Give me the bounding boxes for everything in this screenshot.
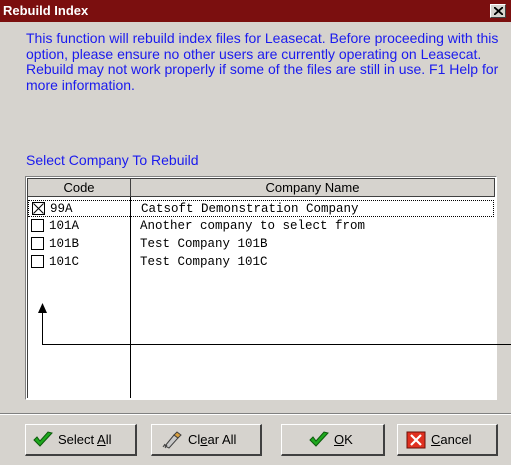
clear-all-label: Clear All — [188, 432, 237, 447]
title-bar: Rebuild Index — [0, 0, 511, 22]
description-text: This function will rebuild index files f… — [26, 30, 499, 93]
annotation-line — [42, 344, 511, 345]
row-checkbox[interactable] — [31, 255, 44, 268]
select-all-button[interactable]: Select All — [25, 424, 137, 456]
window-title: Rebuild Index — [3, 3, 89, 18]
column-header-code[interactable]: Code — [28, 179, 131, 197]
annotation-line — [42, 312, 43, 344]
close-button[interactable] — [490, 4, 506, 18]
green-check-icon — [33, 431, 53, 447]
select-company-label: Select Company To Rebuild — [26, 152, 199, 168]
red-x-icon — [406, 431, 426, 449]
separator — [0, 413, 511, 415]
cell-company-name: Catsoft Demonstration Company — [141, 202, 359, 216]
row-checkbox[interactable] — [31, 219, 44, 232]
row-checkbox[interactable] — [32, 202, 45, 215]
cancel-button[interactable]: Cancel — [397, 424, 498, 456]
table-row[interactable]: 101B Test Company 101B — [28, 236, 494, 253]
table-row[interactable]: 101C Test Company 101C — [28, 254, 494, 271]
cell-company-name: Test Company 101B — [140, 237, 268, 251]
select-all-label: Select All — [58, 432, 112, 447]
cell-code: 101A — [49, 219, 80, 233]
table-row[interactable]: 99A Catsoft Demonstration Company — [28, 200, 494, 217]
ok-label: OK — [334, 432, 353, 447]
company-grid-body: Code Company Name 99A Catsoft Demonstrat… — [27, 178, 495, 398]
cell-code: 101C — [49, 255, 80, 269]
cell-company-name: Another company to select from — [140, 219, 366, 233]
rebuild-index-dialog: Rebuild Index This function will rebuild… — [0, 0, 511, 465]
clear-all-button[interactable]: Clear All — [151, 424, 262, 456]
table-row[interactable]: 101A Another company to select from — [28, 218, 494, 235]
checkmark-x-icon — [33, 203, 44, 214]
row-checkbox[interactable] — [31, 237, 44, 250]
close-icon — [494, 7, 503, 15]
cell-company-name: Test Company 101C — [140, 255, 268, 269]
green-check-icon — [309, 431, 329, 447]
eraser-icon — [162, 431, 182, 449]
cell-code: 99A — [50, 202, 73, 216]
cell-code: 101B — [49, 237, 80, 251]
company-grid[interactable]: Code Company Name 99A Catsoft Demonstrat… — [25, 176, 497, 400]
column-header-company-name[interactable]: Company Name — [131, 179, 495, 197]
ok-button[interactable]: OK — [281, 424, 385, 456]
cancel-label: Cancel — [431, 432, 472, 447]
